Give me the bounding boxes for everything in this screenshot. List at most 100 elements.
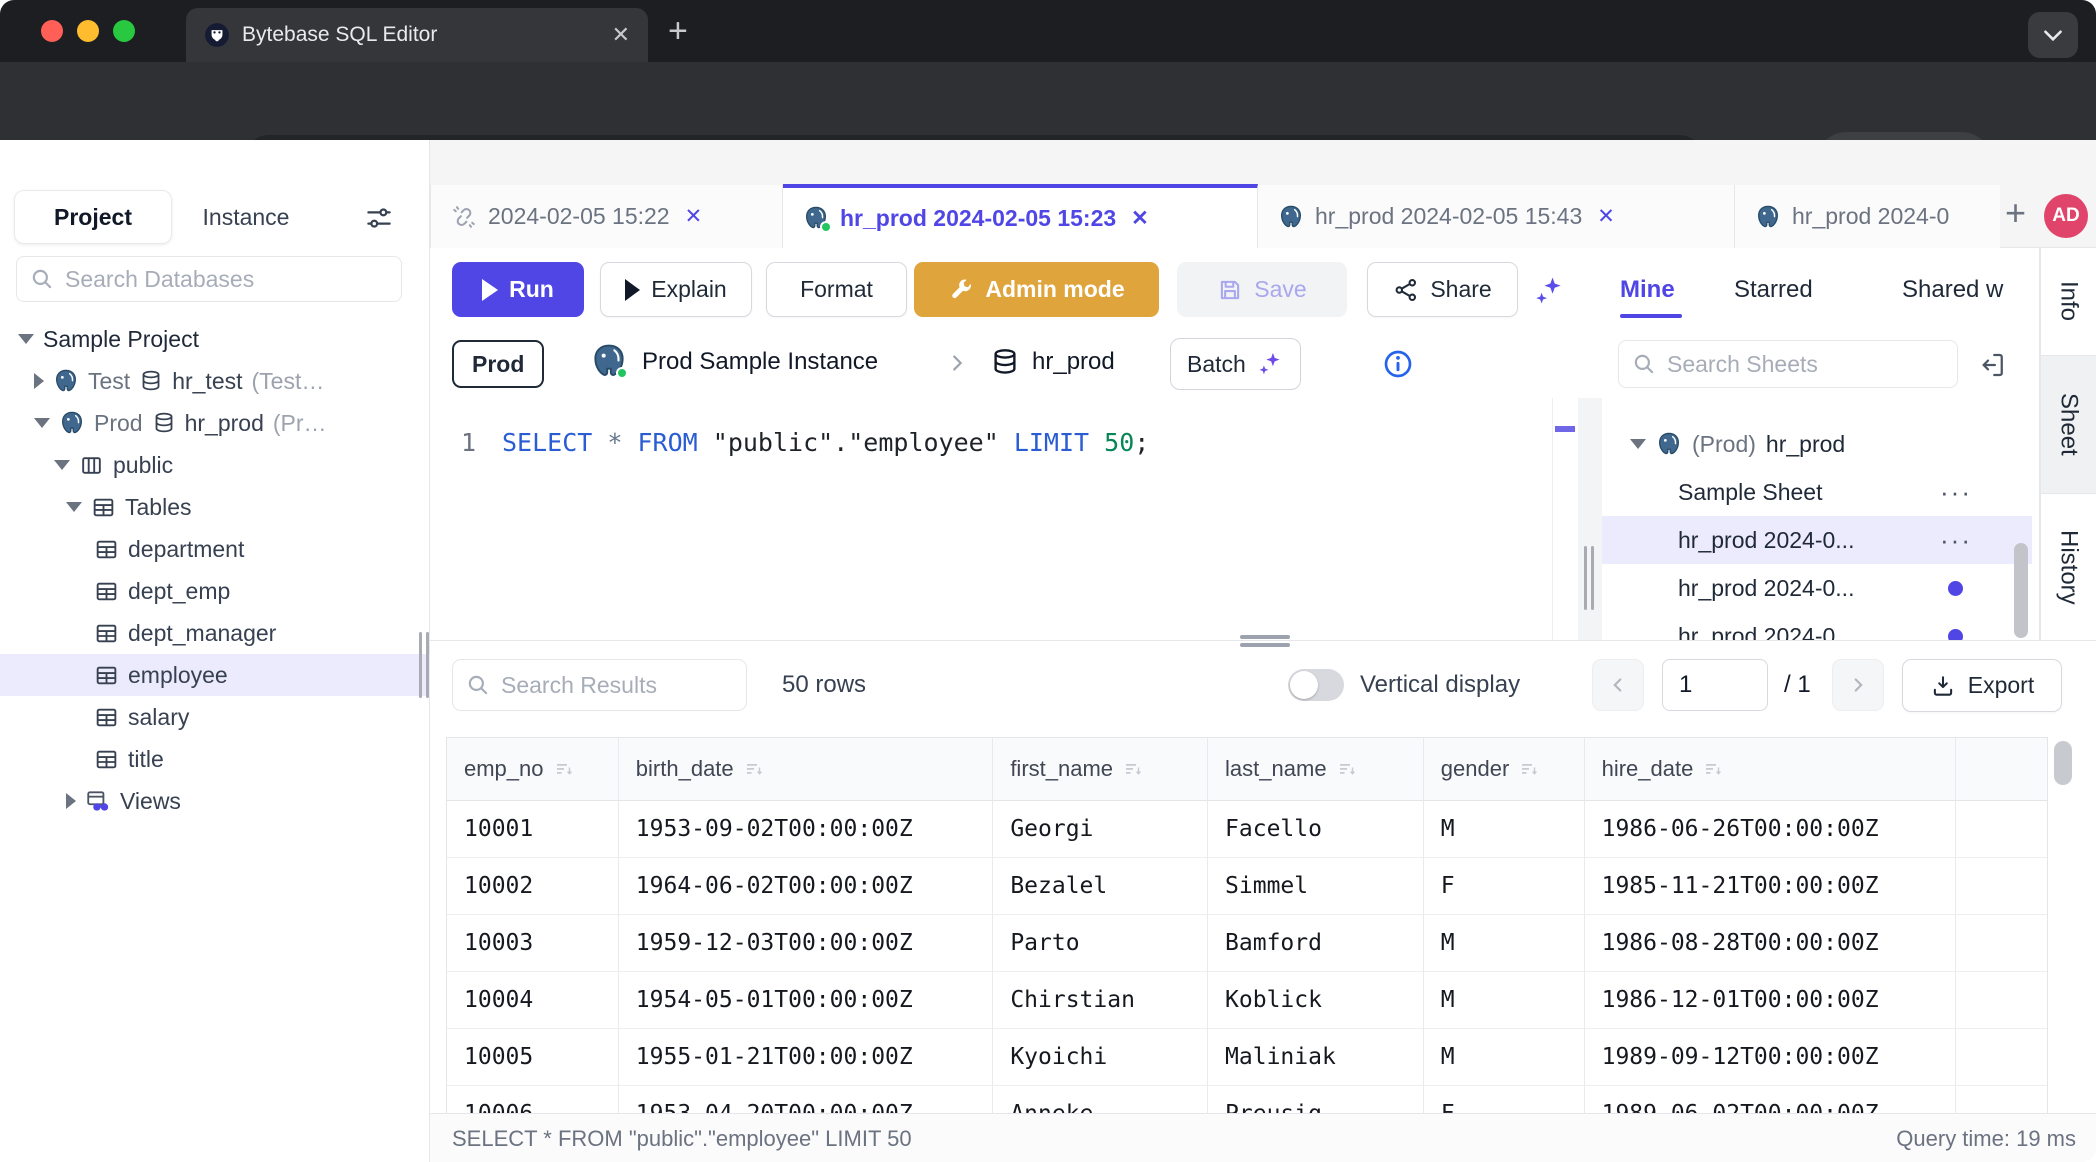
cell[interactable]: Kyoichi xyxy=(993,1029,1208,1086)
ai-sparkles-icon[interactable] xyxy=(1532,274,1566,308)
tree-item-table-department[interactable]: department xyxy=(0,528,430,570)
cell[interactable]: 10006 xyxy=(447,1086,619,1114)
sheet-item-1-selected[interactable]: hr_prod 2024-0... ··· xyxy=(1602,516,2032,564)
tab-mine[interactable]: Mine xyxy=(1620,276,1675,304)
cell[interactable]: 10002 xyxy=(447,858,619,915)
tree-item-hr-test[interactable]: Test hr_test (Test… xyxy=(0,360,430,402)
admin-mode-button[interactable]: Admin mode xyxy=(914,262,1159,317)
share-button[interactable]: Share xyxy=(1367,262,1518,317)
tree-item-table-title[interactable]: title xyxy=(0,738,430,780)
new-sheet-button[interactable]: + xyxy=(2005,192,2026,234)
tab-sheet[interactable]: Sheet xyxy=(2041,356,2096,494)
cell[interactable]: 1989-06-02T00:00:00Z xyxy=(1585,1086,1957,1114)
info-icon[interactable] xyxy=(1382,348,1414,380)
run-button[interactable]: Run xyxy=(452,262,584,317)
table-row[interactable]: 10005 1955-01-21T00:00:00Z Kyoichi Malin… xyxy=(447,1029,2047,1086)
minimize-window-button[interactable] xyxy=(77,20,99,42)
cell[interactable]: Anneke xyxy=(993,1086,1208,1114)
browser-tab[interactable]: Bytebase SQL Editor ✕ xyxy=(186,8,648,62)
next-page-button[interactable] xyxy=(1832,659,1884,711)
tree-item-schema-public[interactable]: public xyxy=(0,444,430,486)
close-tab-icon[interactable]: ✕ xyxy=(1131,206,1149,231)
cell[interactable]: 1964-06-02T00:00:00Z xyxy=(619,858,994,915)
chevron-right-icon[interactable] xyxy=(34,373,44,389)
filter-settings-icon[interactable] xyxy=(362,203,396,233)
sheet-list-scrollbar[interactable] xyxy=(2014,543,2028,638)
sheet-search[interactable] xyxy=(1618,340,1958,388)
cell[interactable]: 10001 xyxy=(447,801,619,858)
tree-item-table-dept-manager[interactable]: dept_manager xyxy=(0,612,430,654)
table-row[interactable]: 10006 1953-04-20T00:00:00Z Anneke Preusi… xyxy=(447,1086,2047,1114)
cell[interactable]: 1959-12-03T00:00:00Z xyxy=(619,915,994,972)
export-button[interactable]: Export xyxy=(1902,659,2062,712)
more-menu-icon[interactable]: ··· xyxy=(1940,477,1972,508)
instance-name[interactable]: Prod Sample Instance xyxy=(642,348,878,376)
tree-item-table-employee[interactable]: employee xyxy=(0,654,430,696)
results-search-input[interactable] xyxy=(501,672,734,699)
cell[interactable]: M xyxy=(1424,915,1585,972)
close-tab-icon[interactable]: ✕ xyxy=(685,204,703,229)
cell[interactable]: 1986-12-01T00:00:00Z xyxy=(1585,972,1957,1029)
database-name[interactable]: hr_prod xyxy=(1032,348,1115,376)
cell[interactable]: 10003 xyxy=(447,915,619,972)
tab-instance[interactable]: Instance xyxy=(172,190,320,244)
tab-project[interactable]: Project xyxy=(14,190,172,244)
cell[interactable]: 1953-09-02T00:00:00Z xyxy=(619,801,994,858)
cell[interactable]: M xyxy=(1424,801,1585,858)
batch-mode-button[interactable]: Batch xyxy=(1170,338,1301,390)
editor-tab-1[interactable]: 2024-02-05 15:22 ✕ xyxy=(430,185,783,248)
column-header[interactable]: birth_date xyxy=(619,738,994,801)
tab-shared[interactable]: Shared w xyxy=(1902,276,2003,304)
tab-starred[interactable]: Starred xyxy=(1734,276,1813,304)
cell[interactable]: Facello xyxy=(1208,801,1424,858)
results-search[interactable] xyxy=(452,659,747,711)
browser-new-tab-button[interactable]: + xyxy=(668,12,688,51)
save-button[interactable]: Save xyxy=(1177,262,1347,317)
cell[interactable]: Simmel xyxy=(1208,858,1424,915)
cell[interactable]: Bezalel xyxy=(993,858,1208,915)
editor-tab-4[interactable]: hr_prod 2024-0 xyxy=(1735,185,2000,248)
cell[interactable]: Chirstian xyxy=(993,972,1208,1029)
import-sheet-icon[interactable] xyxy=(1978,350,2008,380)
cell[interactable]: M xyxy=(1424,1029,1585,1086)
vertical-display-toggle[interactable] xyxy=(1288,669,1344,701)
cell[interactable]: 10004 xyxy=(447,972,619,1029)
tree-item-views-group[interactable]: Views xyxy=(0,780,430,822)
cell[interactable]: Parto xyxy=(993,915,1208,972)
user-avatar[interactable]: AD xyxy=(2044,194,2088,238)
table-row[interactable]: 10001 1953-09-02T00:00:00Z Georgi Facell… xyxy=(447,801,2047,858)
prev-page-button[interactable] xyxy=(1592,659,1644,711)
table-row[interactable]: 10004 1954-05-01T00:00:00Z Chirstian Kob… xyxy=(447,972,2047,1029)
sheet-search-input[interactable] xyxy=(1667,351,1945,378)
table-scrollbar[interactable] xyxy=(2054,741,2072,785)
cell[interactable]: Preusig xyxy=(1208,1086,1424,1114)
splitter-handle[interactable] xyxy=(1584,546,1596,610)
cell[interactable]: Maliniak xyxy=(1208,1029,1424,1086)
tree-item-table-dept-emp[interactable]: dept_emp xyxy=(0,570,430,612)
tree-item-sample-project[interactable]: Sample Project xyxy=(0,318,430,360)
chevron-down-icon[interactable] xyxy=(54,460,70,470)
cell[interactable]: 10005 xyxy=(447,1029,619,1086)
more-menu-icon[interactable]: ··· xyxy=(1940,525,1972,556)
cell[interactable]: 1985-11-21T00:00:00Z xyxy=(1585,858,1957,915)
cell[interactable]: M xyxy=(1424,972,1585,1029)
column-header[interactable]: hire_date xyxy=(1585,738,1957,801)
cell[interactable]: Georgi xyxy=(993,801,1208,858)
tree-item-table-salary[interactable]: salary xyxy=(0,696,430,738)
cell[interactable]: 1953-04-20T00:00:00Z xyxy=(619,1086,994,1114)
explain-button[interactable]: Explain xyxy=(600,262,752,317)
tree-item-tables-group[interactable]: Tables xyxy=(0,486,430,528)
cell[interactable]: Koblick xyxy=(1208,972,1424,1029)
sheet-item-partial-top[interactable]: hr_prod 2024-0... xyxy=(1602,398,2032,408)
tab-search-button[interactable] xyxy=(2028,12,2078,58)
sheet-item-sample-sheet[interactable]: Sample Sheet ··· xyxy=(1602,468,2032,516)
cell[interactable]: 1954-05-01T00:00:00Z xyxy=(619,972,994,1029)
chevron-down-icon[interactable] xyxy=(66,502,82,512)
chevron-right-icon[interactable] xyxy=(66,793,76,809)
chevron-down-icon[interactable] xyxy=(18,334,34,344)
cell[interactable]: F xyxy=(1424,858,1585,915)
page-number-input[interactable] xyxy=(1662,659,1768,711)
cell[interactable]: 1989-09-12T00:00:00Z xyxy=(1585,1029,1957,1086)
database-search[interactable] xyxy=(16,256,402,302)
close-window-button[interactable] xyxy=(41,20,63,42)
